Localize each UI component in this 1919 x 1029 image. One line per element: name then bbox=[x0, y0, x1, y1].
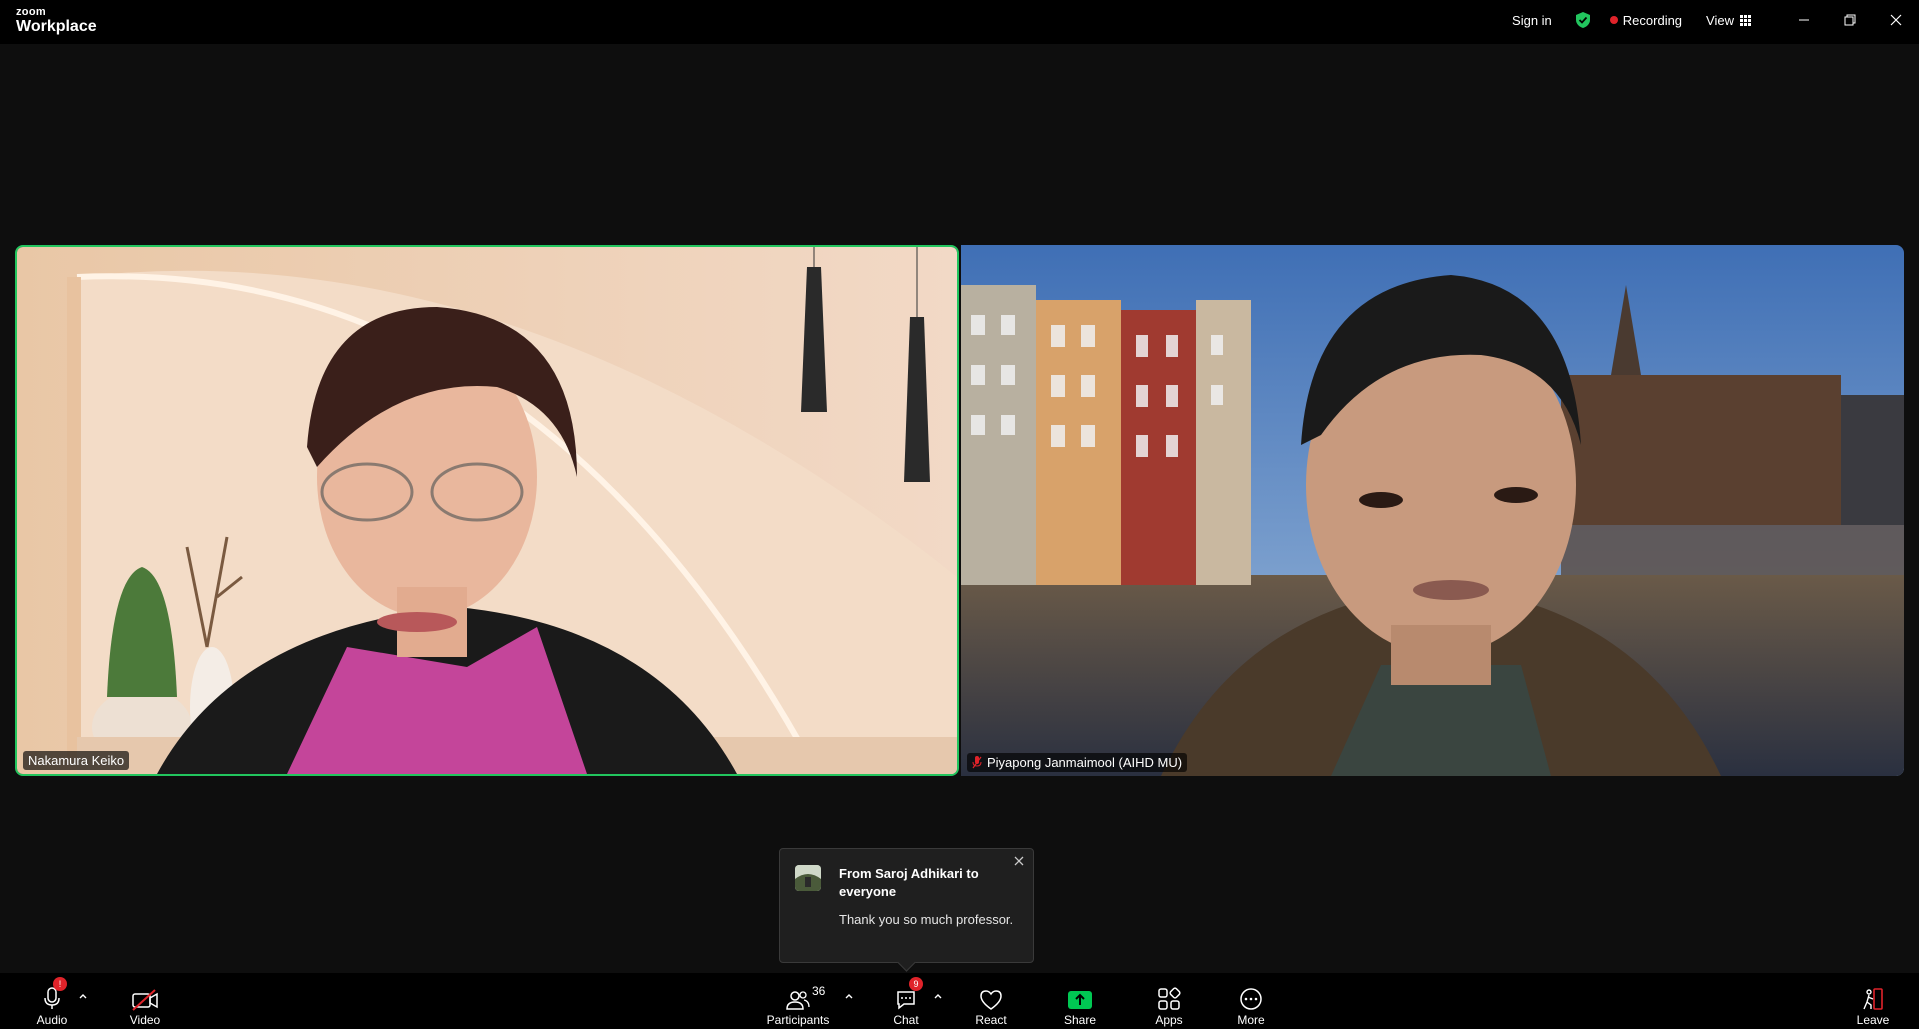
more-button[interactable]: More bbox=[1231, 973, 1271, 1029]
chat-unread-badge: 9 bbox=[909, 977, 923, 991]
view-label: View bbox=[1706, 12, 1734, 28]
apps-button[interactable]: Apps bbox=[1149, 973, 1189, 1029]
chat-button[interactable]: 9 Chat bbox=[886, 973, 926, 1029]
share-screen-icon bbox=[1068, 991, 1092, 1009]
video-tile-nakamura-keiko[interactable]: Nakamura Keiko bbox=[15, 245, 959, 776]
restore-button[interactable] bbox=[1827, 0, 1873, 40]
participants-button[interactable]: Participants bbox=[763, 973, 833, 1029]
participant-name: Piyapong Janmaimool (AIHD MU) bbox=[987, 755, 1183, 770]
participants-count: 36 bbox=[812, 984, 826, 998]
toast-pointer bbox=[897, 953, 916, 972]
apps-label: Apps bbox=[1155, 1013, 1183, 1027]
recording-label: Recording bbox=[1622, 12, 1683, 28]
logo-product: Workplace bbox=[16, 18, 97, 35]
grid-view-icon bbox=[1740, 14, 1751, 26]
participant-name-tag: Piyapong Janmaimool (AIHD MU) bbox=[967, 753, 1188, 772]
audio-label: Audio bbox=[36, 1013, 68, 1027]
more-label: More bbox=[1237, 1013, 1265, 1027]
participant-name-tag: Nakamura Keiko bbox=[23, 751, 130, 770]
participants-icon bbox=[786, 991, 810, 1010]
title-bar: zoom Workplace Sign in Recording View bbox=[0, 0, 1919, 44]
logo-brand: zoom bbox=[16, 6, 46, 18]
zoom-meeting-window: zoom Workplace Sign in Recording View Na… bbox=[0, 0, 1919, 1029]
close-window-button[interactable] bbox=[1873, 0, 1919, 40]
close-icon bbox=[1890, 14, 1902, 26]
minimize-icon bbox=[1799, 19, 1809, 21]
recording-dot-icon bbox=[1609, 16, 1618, 24]
share-button[interactable]: Share bbox=[1060, 973, 1100, 1029]
more-options-icon bbox=[1240, 988, 1262, 1010]
chat-label: Chat bbox=[893, 1013, 919, 1027]
minimize-button[interactable] bbox=[1781, 0, 1827, 40]
close-toast-icon[interactable] bbox=[1013, 855, 1025, 867]
view-button[interactable]: View bbox=[1706, 13, 1751, 28]
toast-sender: From Saroj Adhikari to everyone bbox=[839, 866, 979, 899]
leave-button[interactable]: Leave bbox=[1853, 973, 1893, 1029]
meeting-toolbar: ! Audio Video Participants 36 9 Chat Rea… bbox=[0, 973, 1919, 1029]
participant-name: Nakamura Keiko bbox=[28, 753, 125, 768]
recording-indicator[interactable]: Recording bbox=[1609, 12, 1683, 28]
heart-icon bbox=[980, 990, 1002, 1010]
encryption-shield-icon[interactable] bbox=[1574, 11, 1592, 29]
participant-video-feed bbox=[17, 247, 957, 774]
audio-options-chevron-icon[interactable] bbox=[78, 991, 88, 1001]
participants-label: Participants bbox=[766, 1013, 830, 1027]
muted-mic-icon bbox=[972, 756, 982, 769]
leave-meeting-icon bbox=[1863, 988, 1883, 1010]
participants-options-chevron-icon[interactable] bbox=[844, 991, 854, 1001]
video-label: Video bbox=[129, 1013, 161, 1027]
sender-avatar bbox=[795, 865, 821, 891]
react-button[interactable]: React bbox=[971, 973, 1011, 1029]
zoom-workplace-logo: zoom Workplace bbox=[16, 6, 97, 36]
video-tile-piyapong-janmaimool[interactable]: Piyapong Janmaimool (AIHD MU) bbox=[961, 245, 1904, 776]
chat-bubble-icon bbox=[897, 991, 915, 1010]
audio-alert-badge: ! bbox=[53, 977, 67, 991]
sign-in-link[interactable]: Sign in bbox=[1512, 13, 1552, 28]
restore-icon bbox=[1844, 14, 1856, 26]
react-label: React bbox=[975, 1013, 1007, 1027]
audio-button[interactable]: ! Audio bbox=[32, 973, 72, 1029]
chat-options-chevron-icon[interactable] bbox=[933, 991, 943, 1001]
share-label: Share bbox=[1063, 1013, 1097, 1027]
video-off-icon bbox=[132, 989, 158, 1011]
apps-icon bbox=[1158, 987, 1181, 1010]
video-button[interactable]: Video bbox=[124, 973, 166, 1029]
participant-video-feed bbox=[961, 245, 1904, 776]
chat-notification-toast[interactable]: From Saroj Adhikari to everyone Thank yo… bbox=[779, 848, 1034, 972]
toast-message: Thank you so much professor. bbox=[839, 912, 1014, 927]
leave-label: Leave bbox=[1856, 1013, 1890, 1027]
